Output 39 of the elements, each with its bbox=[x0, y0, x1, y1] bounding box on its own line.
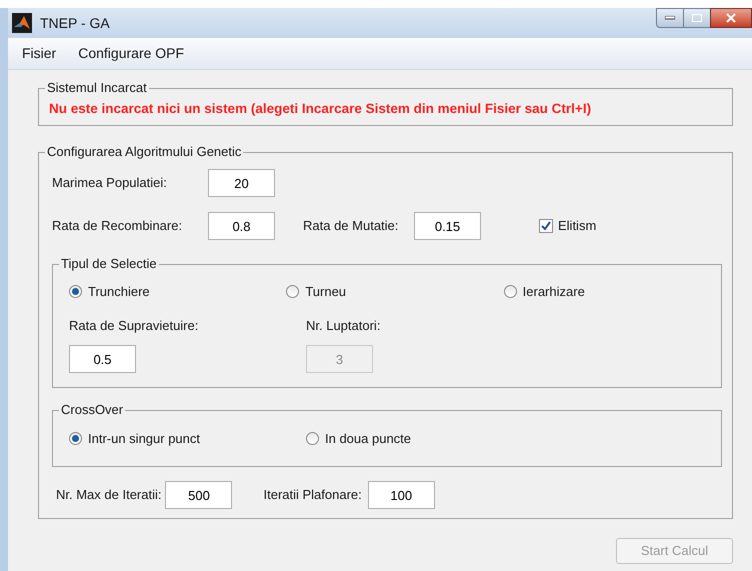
radio-option[interactable]: Trunchiere bbox=[69, 282, 286, 302]
number-field[interactable]: 100 bbox=[368, 481, 435, 509]
window-title: TNEP - GA bbox=[40, 14, 110, 32]
close-button[interactable] bbox=[710, 8, 752, 28]
menu-item[interactable]: Configurare OPF bbox=[78, 43, 184, 64]
field-label: Nr. Max de Iteratii: bbox=[56, 487, 162, 502]
maximize-icon bbox=[692, 14, 702, 22]
check-icon bbox=[541, 221, 551, 231]
minimize-button[interactable] bbox=[656, 8, 684, 28]
radio-button[interactable] bbox=[504, 285, 517, 298]
radio-button[interactable] bbox=[69, 285, 82, 298]
field-label: Rata de Recombinare: bbox=[52, 218, 182, 233]
group-title: Configurarea Algoritmului Genetic bbox=[45, 144, 244, 160]
close-icon bbox=[726, 13, 736, 23]
number-field[interactable]: 0.5 bbox=[69, 345, 136, 373]
status-message: Nu este incarcat nici un sistem (alegeti Incarcare Sistem din meniul Fisier sau Ctrl+I) bbox=[49, 100, 592, 118]
field-label: Rata de Mutatie: bbox=[303, 218, 398, 233]
number-field[interactable]: 0.15 bbox=[414, 212, 481, 240]
maximize-button[interactable] bbox=[684, 8, 710, 28]
radio-option[interactable]: In doua puncte bbox=[306, 428, 543, 448]
number-field[interactable]: 0.8 bbox=[208, 212, 275, 240]
radio-button[interactable] bbox=[306, 432, 319, 445]
radio-option[interactable]: Intr-un singur punct bbox=[69, 428, 306, 448]
field-label: Rata de Supravietuire: bbox=[69, 316, 200, 335]
radio-button[interactable] bbox=[69, 432, 82, 445]
minimize-icon bbox=[665, 16, 675, 20]
radio-button[interactable] bbox=[286, 285, 300, 298]
radio-option[interactable]: Turneu bbox=[286, 282, 504, 302]
number-field[interactable]: 20 bbox=[208, 169, 275, 197]
elitism-checkbox[interactable]: Elitism bbox=[539, 216, 596, 236]
number-field[interactable]: 500 bbox=[165, 481, 232, 509]
field-label: Nr. Luptatori: bbox=[306, 316, 380, 335]
radio-option[interactable]: Ierarhizare bbox=[504, 282, 721, 302]
app-logo-icon bbox=[12, 13, 32, 33]
checkbox[interactable] bbox=[539, 219, 553, 233]
group-title: Tipul de Selectie bbox=[59, 256, 159, 272]
menu-item[interactable]: Fisier bbox=[22, 43, 56, 64]
field-label: Marimea Populatiei: bbox=[52, 175, 167, 190]
field-label: Iteratii Plafonare: bbox=[263, 487, 362, 502]
